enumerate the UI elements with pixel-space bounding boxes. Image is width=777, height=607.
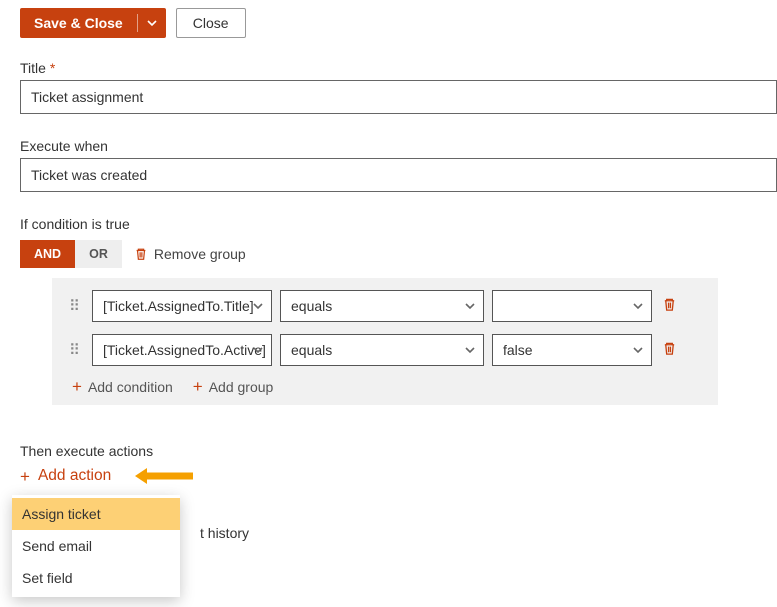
save-and-close-button[interactable]: Save & Close — [20, 8, 137, 38]
logic-and[interactable]: AND — [20, 240, 75, 268]
execute-when-label: Execute when — [20, 138, 777, 154]
condition-op-value: equals — [291, 298, 332, 314]
trash-icon — [134, 247, 148, 261]
condition-row: ⠿ [Ticket.AssignedTo.Title] equals — [66, 290, 704, 322]
required-asterisk: * — [50, 60, 55, 76]
conditions-heading: If condition is true — [20, 216, 777, 232]
save-and-close-split-button: Save & Close — [20, 8, 166, 38]
menu-item-set-field[interactable]: Set field — [12, 562, 180, 594]
title-label: Title * — [20, 60, 777, 76]
logic-row: AND OR Remove group — [20, 240, 777, 268]
delete-row-button[interactable] — [662, 341, 677, 359]
save-and-close-chevron[interactable] — [138, 8, 166, 38]
chevron-down-icon — [253, 301, 263, 311]
add-condition-label: Add condition — [88, 379, 173, 395]
annotation-arrow — [133, 467, 195, 485]
condition-field-dropdown[interactable]: [Ticket.AssignedTo.Title] — [92, 290, 272, 322]
condition-field-dropdown[interactable]: [Ticket.AssignedTo.Active] — [92, 334, 272, 366]
title-input[interactable] — [20, 80, 777, 114]
condition-op-dropdown[interactable]: equals — [280, 290, 484, 322]
logic-or[interactable]: OR — [75, 240, 122, 268]
drag-handle-icon[interactable]: ⠿ — [66, 297, 84, 315]
condition-group: ⠿ [Ticket.AssignedTo.Title] equals ⠿ [Ti… — [52, 278, 718, 405]
chevron-down-icon — [633, 301, 643, 311]
plus-icon: + — [20, 468, 30, 485]
obscured-text: t history — [200, 525, 249, 541]
menu-item-send-email[interactable]: Send email — [12, 530, 180, 562]
trash-icon — [662, 341, 677, 356]
drag-handle-icon[interactable]: ⠿ — [66, 341, 84, 359]
condition-value-text: false — [503, 342, 533, 358]
menu-item-assign-ticket[interactable]: Assign ticket — [12, 498, 180, 530]
close-button[interactable]: Close — [176, 8, 246, 38]
trash-icon — [662, 297, 677, 312]
condition-op-dropdown[interactable]: equals — [280, 334, 484, 366]
condition-field-value: [Ticket.AssignedTo.Active] — [103, 342, 266, 358]
toolbar: Save & Close Close — [20, 8, 777, 38]
add-action-menu: Assign ticket Send email Set field — [12, 495, 180, 597]
add-action-label: Add action — [38, 467, 111, 485]
add-action-link[interactable]: + Add action — [20, 467, 777, 485]
chevron-down-icon — [147, 18, 157, 28]
plus-icon: + — [193, 378, 203, 395]
condition-add-links: + Add condition + Add group — [66, 378, 704, 395]
chevron-down-icon — [465, 301, 475, 311]
chevron-down-icon — [465, 345, 475, 355]
actions-heading: Then execute actions — [20, 443, 777, 459]
delete-row-button[interactable] — [662, 297, 677, 315]
add-condition-link[interactable]: + Add condition — [72, 378, 173, 395]
execute-when-input[interactable] — [20, 158, 777, 192]
plus-icon: + — [72, 378, 82, 395]
condition-value-dropdown[interactable]: false — [492, 334, 652, 366]
condition-field-value: [Ticket.AssignedTo.Title] — [103, 298, 254, 314]
condition-value-dropdown[interactable] — [492, 290, 652, 322]
add-group-label: Add group — [209, 379, 274, 395]
chevron-down-icon — [253, 345, 263, 355]
chevron-down-icon — [633, 345, 643, 355]
remove-group-label: Remove group — [154, 246, 246, 262]
remove-group-link[interactable]: Remove group — [134, 246, 246, 262]
condition-row: ⠿ [Ticket.AssignedTo.Active] equals fals… — [66, 334, 704, 366]
add-group-link[interactable]: + Add group — [193, 378, 274, 395]
logic-toggle: AND OR — [20, 240, 122, 268]
condition-op-value: equals — [291, 342, 332, 358]
